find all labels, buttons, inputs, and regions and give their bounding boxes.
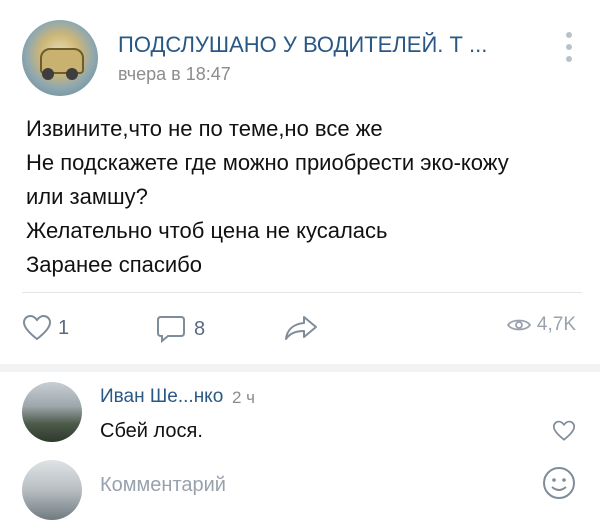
share-icon [284, 314, 318, 342]
post-text-line: Желательно чтоб цена не кусалась [26, 218, 388, 243]
comment-text: Сбей лося. [100, 420, 203, 442]
post-text-line: Извините,что не по теме,но все же [26, 116, 383, 141]
avatar-wheel [66, 68, 78, 80]
comment-input[interactable]: Комментарий [100, 474, 226, 497]
comment-button[interactable]: 8 [156, 314, 205, 344]
like-button[interactable]: 1 [22, 314, 69, 342]
divider [22, 292, 582, 293]
section-separator [0, 364, 600, 372]
post-text: Извините,что не по теме,но все же Не под… [26, 112, 586, 282]
post-text-line: Заранее спасибо [26, 252, 202, 277]
post-text-line: Не подскажете где можно приобрести эко-к… [26, 150, 509, 175]
group-name[interactable]: ПОДСЛУШАНО У ВОДИТЕЛЕЙ. Т ... [118, 32, 518, 58]
comment-like-button[interactable] [552, 420, 576, 447]
views-count: 4,7K [536, 314, 576, 335]
post-text-line: или замшу? [26, 184, 148, 209]
more-vertical-icon[interactable] [562, 32, 576, 72]
comment-icon [156, 314, 186, 344]
heart-icon [22, 314, 52, 342]
comment-author[interactable]: Иван Ше...нко [100, 386, 223, 408]
like-count: 1 [58, 316, 70, 339]
heart-icon [552, 420, 576, 446]
comment: Иван Ше...нко 2 ч Сбей лося. [22, 382, 582, 452]
comment-count: 8 [194, 317, 206, 340]
post-actions: 1 8 4,7K [22, 308, 582, 348]
views-counter: 4,7K [506, 314, 576, 336]
group-avatar[interactable] [22, 20, 98, 96]
avatar-wheel [42, 68, 54, 80]
current-user-avatar [22, 460, 82, 520]
emoji-icon[interactable] [542, 466, 576, 505]
comment-time: 2 ч [232, 388, 256, 407]
comment-input-row: Комментарий [22, 460, 582, 520]
eye-icon [506, 317, 531, 333]
post-header: ПОДСЛУШАНО У ВОДИТЕЛЕЙ. Т ... вчера в 18… [22, 20, 582, 100]
comment-avatar[interactable] [22, 382, 82, 442]
share-button[interactable] [284, 314, 318, 342]
post-time: вчера в 18:47 [118, 64, 231, 84]
